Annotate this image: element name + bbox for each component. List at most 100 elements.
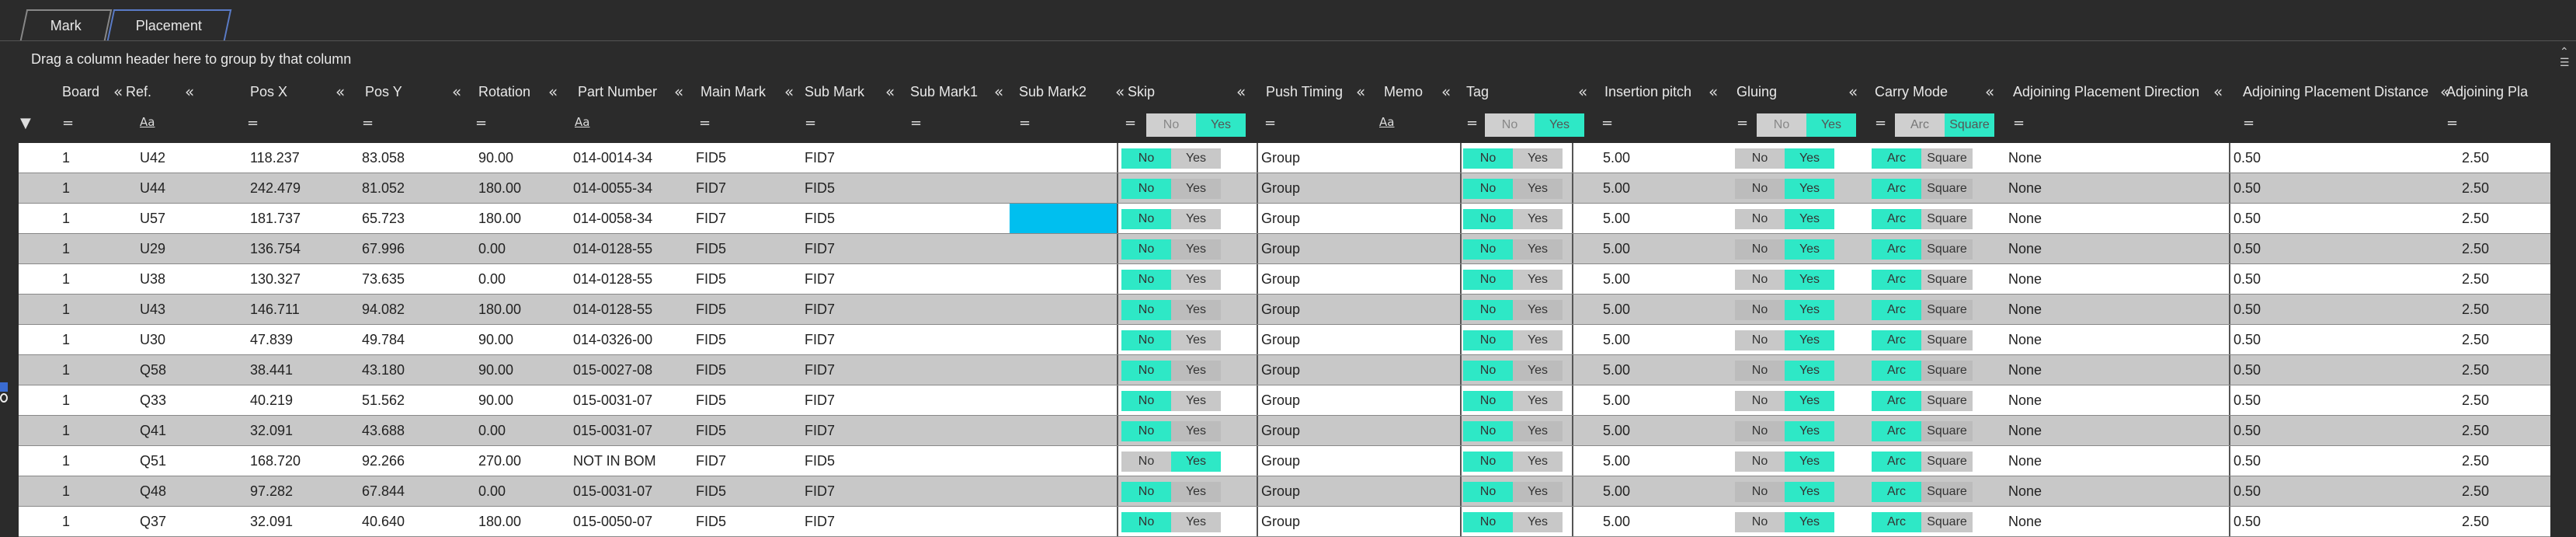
toggle-option[interactable]: Yes [1785,239,1834,260]
cell-insertion-pitch[interactable]: 5.00 [1603,173,1630,203]
cell-push-timing[interactable]: Group [1261,476,1300,506]
toggle-option[interactable]: Square [1921,209,1973,229]
toggle-option[interactable]: No [1463,148,1513,169]
cell-pos-y[interactable]: 43.180 [362,355,405,385]
cell-push-timing[interactable]: Group [1261,295,1300,324]
cell-adjoining-pla[interactable]: 2.50 [2462,355,2489,385]
gluing-toggle[interactable]: No Yes [1735,421,1834,441]
cell-part-number[interactable]: 014-0128-55 [573,234,652,263]
column-resize-icon[interactable]: « [1236,82,1246,101]
cell-pos-x[interactable]: 38.441 [250,355,293,385]
column-resize-icon[interactable]: « [1356,82,1365,101]
column-header-insertion-pitch[interactable]: Insertion pitch [1604,84,1691,106]
cell-main-mark[interactable]: FID7 [696,204,726,233]
cell-main-mark[interactable]: FID5 [696,143,726,173]
cell-rotation[interactable]: 180.00 [478,204,521,233]
cell-pos-x[interactable]: 40.219 [250,385,293,415]
toggle-option[interactable]: No [1121,482,1171,502]
cell-pos-x[interactable]: 47.839 [250,325,293,354]
cell-ref[interactable]: Q58 [140,355,166,385]
cell-main-mark[interactable]: FID5 [696,325,726,354]
column-header-adjoining-placement-distance[interactable]: Adjoining Placement Distance [2243,84,2428,106]
skip-toggle[interactable]: No Yes [1121,179,1221,199]
gluing-toggle[interactable]: No Yes [1735,391,1834,411]
cell-board[interactable]: 1 [62,234,70,263]
toggle-option[interactable]: No [1735,239,1785,260]
toggle-option[interactable]: Square [1921,361,1973,381]
toggle-option[interactable]: Arc [1872,330,1921,350]
toggle-option[interactable]: Yes [1513,482,1563,502]
filter-option[interactable]: Yes [1196,113,1246,137]
toggle-option[interactable]: Square [1921,421,1973,441]
cell-main-mark[interactable]: FID5 [696,295,726,324]
gluing-toggle[interactable]: No Yes [1735,512,1834,532]
table-row[interactable]: 1 Q37 32.091 40.640 180.00 015-0050-07 FID5 FID… [19,507,2550,537]
filter-equals-icon[interactable]: = [1466,115,1478,131]
cell-rotation[interactable]: 0.00 [478,416,506,445]
column-header-push-timing[interactable]: Push Timing [1266,84,1343,106]
column-header-pos-x[interactable]: Pos X [250,84,287,106]
filter-equals-icon[interactable]: = [699,115,711,131]
gluing-toggle[interactable]: No Yes [1735,482,1834,502]
toggle-option[interactable]: No [1121,300,1171,320]
filter-carry-toggle[interactable]: Arc Square [1895,113,1994,137]
cell-main-mark[interactable]: FID5 [696,264,726,294]
toggle-option[interactable]: Yes [1785,300,1834,320]
toggle-option[interactable]: Arc [1872,179,1921,199]
filter-text-icon[interactable]: Aa [140,115,155,129]
toggle-option[interactable]: Yes [1171,209,1221,229]
column-header-memo[interactable]: Memo [1384,84,1423,106]
toggle-option[interactable]: Arc [1872,482,1921,502]
carry-mode-toggle[interactable]: Arc Square [1872,179,1973,199]
carry-mode-toggle[interactable]: Arc Square [1872,482,1973,502]
toggle-option[interactable]: No [1121,391,1171,411]
cell-main-mark[interactable]: FID5 [696,355,726,385]
toggle-option[interactable]: Yes [1785,421,1834,441]
cell-adjoining-distance[interactable]: 0.50 [2234,204,2261,233]
column-header-sub-mark[interactable]: Sub Mark [805,84,864,106]
column-resize-icon[interactable]: « [185,82,194,101]
gluing-toggle[interactable]: No Yes [1735,148,1834,169]
cell-insertion-pitch[interactable]: 5.00 [1603,204,1630,233]
toggle-option[interactable]: Yes [1513,512,1563,532]
cell-adjoining-distance[interactable]: 0.50 [2234,264,2261,294]
cell-adjoining-distance[interactable]: 0.50 [2234,416,2261,445]
skip-toggle[interactable]: No Yes [1121,452,1221,472]
cell-rotation[interactable]: 180.00 [478,173,521,203]
toggle-option[interactable]: Arc [1872,209,1921,229]
cell-adjoining-pla[interactable]: 2.50 [2462,173,2489,203]
cell-insertion-pitch[interactable]: 5.00 [1603,476,1630,506]
carry-mode-toggle[interactable]: Arc Square [1872,452,1973,472]
cell-adjoining-distance[interactable]: 0.50 [2234,507,2261,536]
filter-text-icon[interactable]: Aa [575,115,589,129]
toggle-option[interactable]: No [1735,300,1785,320]
filter-equals-icon[interactable]: = [1601,115,1613,131]
toggle-option[interactable]: Yes [1785,179,1834,199]
cell-push-timing[interactable]: Group [1261,416,1300,445]
cell-ref[interactable]: Q41 [140,416,166,445]
cell-insertion-pitch[interactable]: 5.00 [1603,264,1630,294]
toggle-option[interactable]: No [1121,361,1171,381]
column-resize-icon[interactable]: « [452,82,461,101]
toggle-option[interactable]: No [1735,421,1785,441]
tag-toggle[interactable]: No Yes [1463,361,1563,381]
tag-toggle[interactable]: No Yes [1463,421,1563,441]
tag-toggle[interactable]: No Yes [1463,179,1563,199]
skip-toggle[interactable]: No Yes [1121,421,1221,441]
cell-sub-mark[interactable]: FID5 [805,173,835,203]
toggle-option[interactable]: Square [1921,482,1973,502]
cell-pos-x[interactable]: 181.737 [250,204,301,233]
toggle-option[interactable]: Arc [1872,391,1921,411]
cell-sub-mark[interactable]: FID5 [805,446,835,476]
toggle-option[interactable]: No [1735,330,1785,350]
toggle-option[interactable]: Yes [1513,391,1563,411]
cell-pos-y[interactable]: 81.052 [362,173,405,203]
toggle-option[interactable]: Yes [1785,391,1834,411]
cell-pos-y[interactable]: 43.688 [362,416,405,445]
toggle-option[interactable]: Yes [1171,482,1221,502]
cell-adjoining-pla[interactable]: 2.50 [2462,295,2489,324]
column-header-board[interactable]: Board [62,84,99,106]
filter-option[interactable]: No [1146,113,1196,137]
cell-adjoining-pla[interactable]: 2.50 [2462,416,2489,445]
cell-pos-y[interactable]: 40.640 [362,507,405,536]
